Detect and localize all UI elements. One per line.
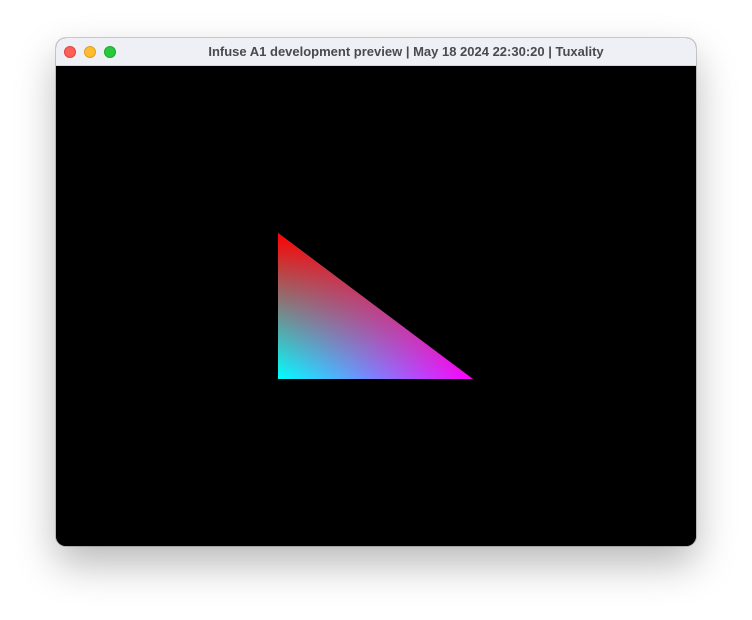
close-button[interactable] [64,46,76,58]
render-viewport [56,66,696,546]
app-window: Infuse A1 development preview | May 18 2… [56,38,696,546]
minimize-button[interactable] [84,46,96,58]
gradient-triangle [278,233,473,379]
render-canvas [278,233,473,379]
maximize-button[interactable] [104,46,116,58]
title-bar[interactable]: Infuse A1 development preview | May 18 2… [56,38,696,66]
window-title: Infuse A1 development preview | May 18 2… [208,44,604,59]
